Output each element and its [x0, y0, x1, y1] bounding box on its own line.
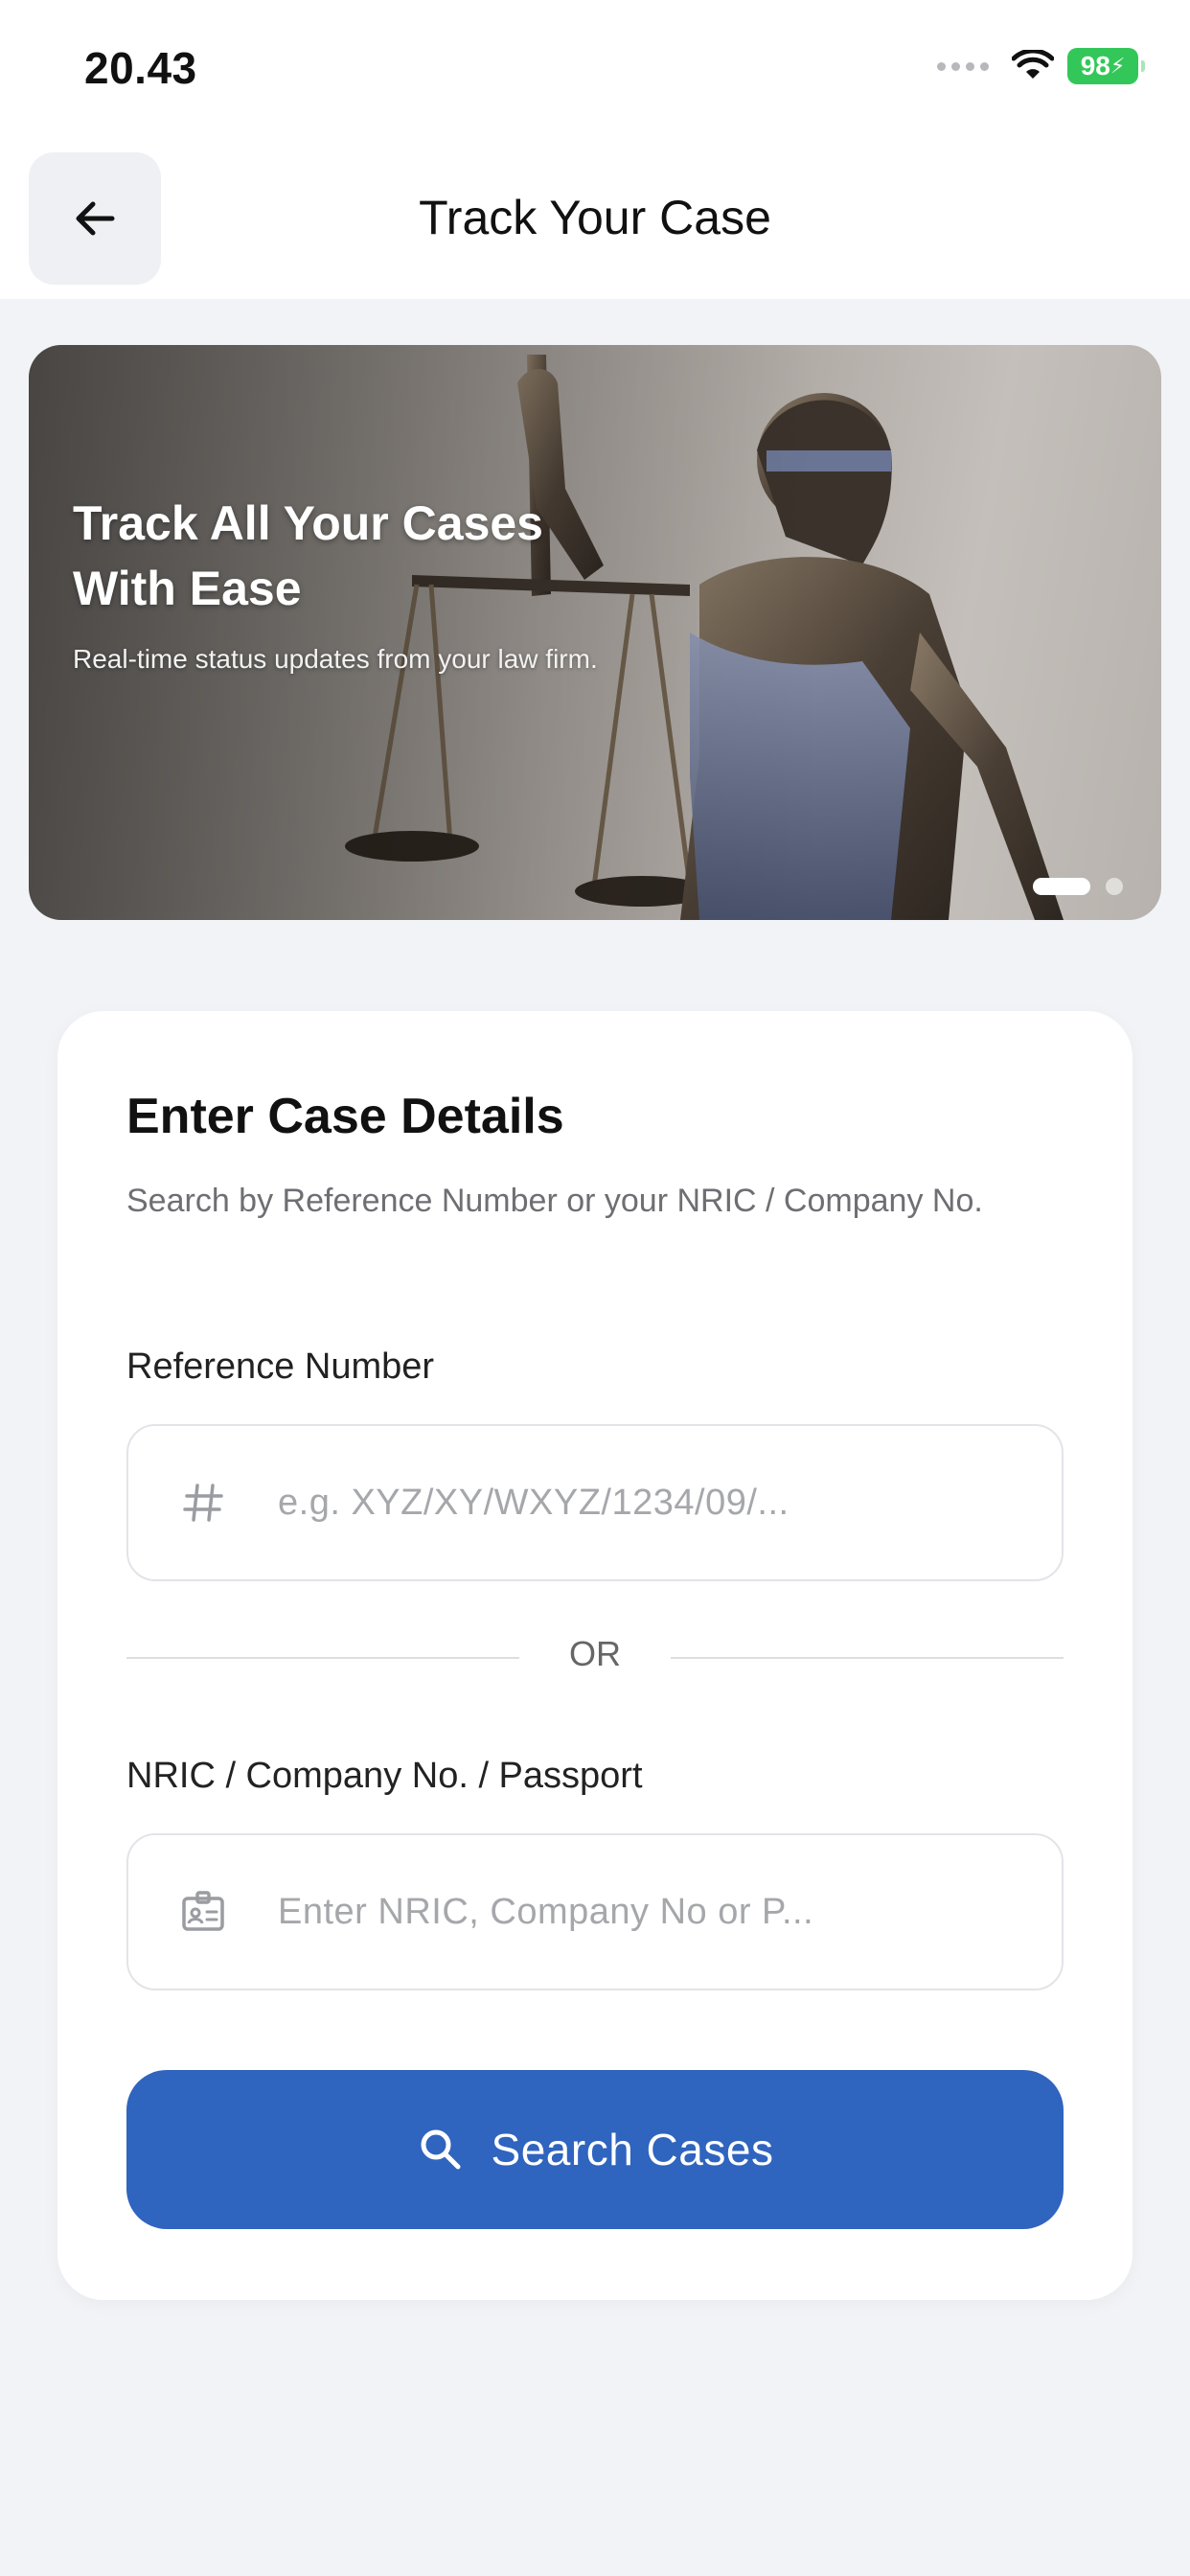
banner-subtitle: Real-time status updates from your law f… [73, 644, 598, 674]
nric-placeholder: Enter NRIC, Company No or P... [278, 1891, 814, 1932]
status-bar: 20.43 98 ⚡ [0, 0, 1190, 144]
banner-overlay [29, 345, 1161, 920]
nric-label: NRIC / Company No. / Passport [126, 1756, 643, 1796]
or-label: OR [569, 1634, 621, 1673]
hero-banner[interactable]: Track All Your Cases With Ease Real-time… [29, 345, 1161, 920]
carousel-dot-active[interactable] [1033, 878, 1090, 895]
page-title: Track Your Case [419, 191, 771, 244]
wifi-icon [1012, 50, 1054, 79]
banner-title: Track All Your Cases With Ease [73, 496, 543, 615]
reference-number-placeholder: e.g. XYZ/XY/WXYZ/1234/09/... [278, 1482, 790, 1523]
status-icons: 98 ⚡ [937, 48, 1145, 84]
battery-icon: 98 ⚡ [1067, 48, 1145, 84]
search-cases-button[interactable]: Search Cases [126, 2070, 1064, 2229]
or-divider: OR [126, 1634, 1064, 1682]
carousel-dot[interactable] [1106, 878, 1123, 895]
id-card-icon [174, 1883, 232, 1941]
nric-input[interactable]: Enter NRIC, Company No or P... [126, 1833, 1064, 1990]
card-title: Enter Case Details [126, 1089, 564, 1144]
carousel-indicator [1033, 878, 1123, 895]
search-icon [421, 2129, 461, 2170]
reference-number-input[interactable]: e.g. XYZ/XY/WXYZ/1234/09/... [126, 1424, 1064, 1581]
case-details-card: Enter Case Details Search by Reference N… [57, 1011, 1133, 2300]
divider-line-right [671, 1657, 1064, 1659]
card-description: Search by Reference Number or your NRIC … [126, 1183, 983, 1219]
signal-icon [937, 61, 989, 71]
status-time: 20.43 [84, 43, 197, 93]
app-header: Track Your Case [0, 144, 1190, 299]
search-cases-label: Search Cases [491, 2125, 774, 2174]
battery-level: 98 [1080, 51, 1110, 80]
hash-icon [174, 1474, 232, 1531]
reference-number-label: Reference Number [126, 1346, 435, 1387]
